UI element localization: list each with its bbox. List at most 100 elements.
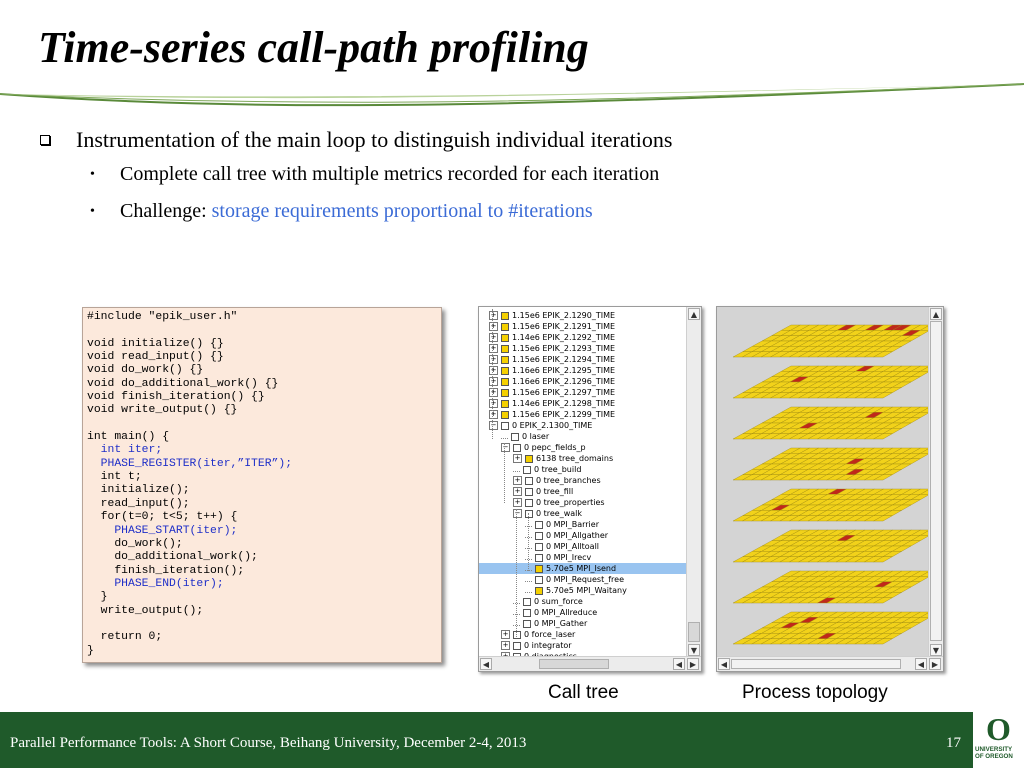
topology-plane[interactable] — [732, 447, 929, 481]
tree-node[interactable]: 5.70e5 MPI_Isend — [479, 563, 701, 574]
process-topology-view[interactable] — [717, 307, 929, 657]
tree-node[interactable]: +1.15e6 EPIK_2.1290_TIME — [489, 310, 615, 321]
code-line: write_output(); — [87, 604, 204, 617]
sub-bullet-1-text: Complete call tree with multiple metrics… — [120, 163, 660, 185]
tree-node[interactable]: +1.15e6 EPIK_2.1294_TIME — [489, 354, 615, 365]
tree-node[interactable]: +1.15e6 EPIK_2.1297_TIME — [489, 387, 615, 398]
scroll-up-icon[interactable]: ▲ — [688, 308, 700, 320]
expand-icon[interactable]: + — [513, 454, 522, 463]
expand-icon[interactable]: + — [489, 366, 498, 375]
topology-horizontal-scrollbar[interactable]: ◀ ◀ ▶ — [717, 656, 943, 671]
tree-node[interactable]: − 0 tree_walk — [513, 508, 582, 519]
topology-hscroll-thumb[interactable] — [731, 659, 901, 669]
topology-plane[interactable] — [732, 611, 929, 645]
tree-line-icon — [513, 467, 520, 472]
tree-node[interactable]: 0 MPI_Irecv — [525, 552, 591, 563]
expand-icon[interactable]: + — [501, 641, 510, 650]
metric-white-icon — [501, 421, 509, 430]
topology-plane[interactable] — [732, 570, 929, 604]
expand-icon[interactable]: + — [489, 311, 498, 320]
topology-scroll-thumb[interactable] — [930, 321, 942, 641]
tree-node[interactable]: +1.16e6 EPIK_2.1295_TIME — [489, 365, 615, 376]
scroll-left-icon[interactable]: ◀ — [673, 658, 685, 670]
tree-node-label: 1.15e6 EPIK_2.1291_TIME — [512, 322, 616, 331]
tree-node[interactable]: 0 MPI_Request_free — [525, 574, 624, 585]
topology-plane[interactable] — [732, 406, 929, 440]
metric-white-icon — [535, 542, 543, 551]
tree-node[interactable]: 0 MPI_Barrier — [525, 519, 599, 530]
tree-node-label: 0 MPI_Gather — [534, 619, 588, 628]
tree-node[interactable]: +1.14e6 EPIK_2.1298_TIME — [489, 398, 615, 409]
logo-line-1: UNIVERSITY — [975, 746, 1013, 753]
expand-icon[interactable]: + — [489, 333, 498, 342]
topology-plane[interactable] — [732, 365, 929, 399]
scroll-right-icon[interactable]: ▶ — [687, 658, 699, 670]
footer-bar: Parallel Performance Tools: A Short Cour… — [0, 712, 1024, 768]
topology-plane[interactable] — [732, 488, 929, 522]
tree-node[interactable]: +0 integrator — [501, 640, 572, 651]
scroll-down-icon[interactable]: ▼ — [930, 644, 942, 656]
expand-icon[interactable]: + — [489, 355, 498, 364]
tree-node[interactable]: +1.14e6 EPIK_2.1292_TIME — [489, 332, 615, 343]
topology-vertical-scrollbar[interactable]: ▲ ▼ — [928, 307, 943, 657]
topology-plane[interactable] — [732, 529, 929, 563]
tree-node[interactable]: +6138 tree_domains — [513, 453, 613, 464]
expand-icon[interactable]: + — [489, 388, 498, 397]
tree-node[interactable]: +1.15e6 EPIK_2.1291_TIME — [489, 321, 615, 332]
metric-white-icon — [513, 641, 521, 650]
scroll-left-icon[interactable]: ◀ — [480, 658, 492, 670]
call-tree-horizontal-scrollbar[interactable]: ◀ ◀ ▶ — [479, 656, 701, 671]
call-tree-vertical-scrollbar[interactable]: ▲ ▼ — [686, 307, 701, 657]
tree-node[interactable]: +1.16e6 EPIK_2.1296_TIME — [489, 376, 615, 387]
tree-node[interactable]: +0 tree_branches — [513, 475, 601, 486]
metric-yellow-icon — [501, 333, 509, 342]
expand-icon[interactable]: + — [489, 322, 498, 331]
tree-node[interactable]: 0 tree_build — [513, 464, 581, 475]
tree-node[interactable]: +0 tree_fill — [513, 486, 573, 497]
code-line: } — [87, 591, 108, 604]
tree-node[interactable]: 0 sum_force — [513, 596, 583, 607]
tree-node[interactable]: 0 MPI_Alltoall — [525, 541, 599, 552]
metric-yellow-icon — [501, 377, 509, 386]
tree-node[interactable]: 0 MPI_Allreduce — [513, 607, 597, 618]
tree-node[interactable]: 5.70e5 MPI_Waitany — [525, 585, 627, 596]
scroll-left-icon[interactable]: ◀ — [915, 658, 927, 670]
tree-node-label: 5.70e5 MPI_Isend — [546, 564, 617, 573]
tree-node[interactable]: +0 tree_properties — [513, 497, 605, 508]
call-tree-panel: +1.15e6 EPIK_2.1290_TIME +1.15e6 EPIK_2.1… — [478, 306, 702, 672]
scroll-up-icon[interactable]: ▲ — [930, 308, 942, 320]
call-tree-hscroll-thumb[interactable] — [539, 659, 609, 669]
expand-icon[interactable]: + — [501, 630, 510, 639]
slide-title: Time-series call-path profiling — [38, 23, 589, 72]
collapse-icon[interactable]: − — [489, 421, 498, 430]
code-line: } — [87, 644, 94, 657]
tree-node[interactable]: 0 laser — [501, 431, 549, 442]
tree-node[interactable]: − 0 pepc_fields_p — [501, 442, 586, 453]
scroll-down-icon[interactable]: ▼ — [688, 644, 700, 656]
topology-plane[interactable] — [732, 324, 929, 358]
tree-node[interactable]: +1.15e6 EPIK_2.1293_TIME — [489, 343, 615, 354]
tree-node[interactable]: 0 MPI_Allgather — [525, 530, 608, 541]
metric-yellow-icon — [501, 344, 509, 353]
expand-icon[interactable]: + — [489, 344, 498, 353]
tree-connector — [528, 513, 529, 571]
tree-node[interactable]: 0 MPI_Gather — [513, 618, 587, 629]
expand-icon[interactable]: + — [489, 410, 498, 419]
scroll-left-icon[interactable]: ◀ — [718, 658, 730, 670]
expand-icon[interactable]: + — [489, 399, 498, 408]
tree-node[interactable]: +0 force_laser — [501, 629, 575, 640]
code-listing: #include "epik_user.h" void initialize() … — [82, 307, 442, 663]
bullet-main: Instrumentation of the main loop to dist… — [36, 124, 996, 156]
expand-icon[interactable]: + — [513, 476, 522, 485]
expand-icon[interactable]: + — [513, 487, 522, 496]
collapse-icon[interactable]: − — [501, 443, 510, 452]
expand-icon[interactable]: + — [513, 498, 522, 507]
tree-node[interactable]: − 0 EPIK_2.1300_TIME — [489, 420, 592, 431]
collapse-icon[interactable]: − — [513, 509, 522, 518]
scroll-right-icon[interactable]: ▶ — [929, 658, 941, 670]
metric-white-icon — [535, 553, 543, 562]
expand-icon[interactable]: + — [489, 377, 498, 386]
call-tree-scroll-thumb[interactable] — [688, 622, 700, 642]
tree-node[interactable]: +1.15e6 EPIK_2.1299_TIME — [489, 409, 615, 420]
